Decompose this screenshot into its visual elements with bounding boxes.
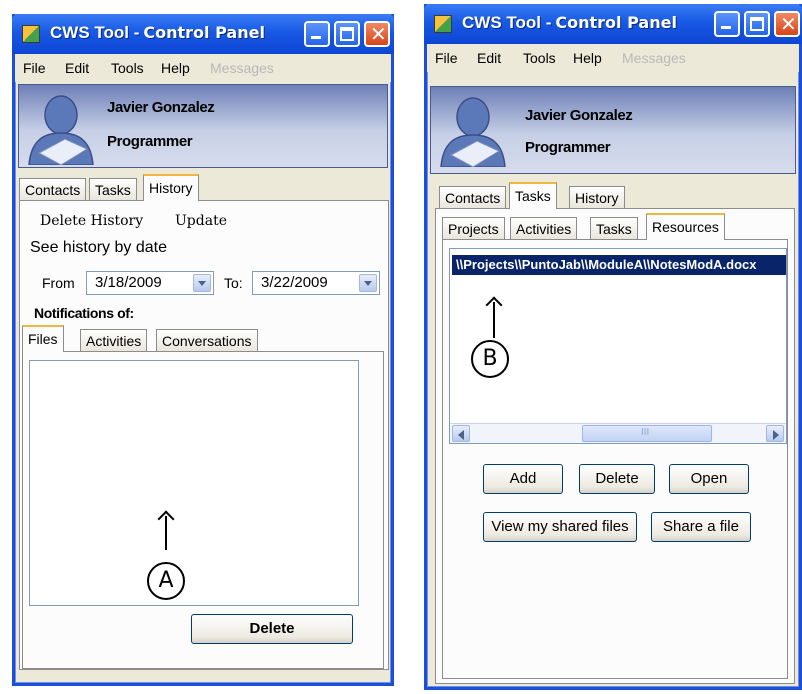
tab-history[interactable]: History	[143, 174, 199, 201]
tab-files[interactable]: Files	[22, 325, 64, 352]
menu-bar: File Edit Tools Help Messages	[15, 54, 391, 82]
window-title: CWS Tool - Control Panel	[462, 13, 677, 32]
minimize-icon	[311, 36, 321, 39]
menu-help[interactable]: Help	[161, 60, 190, 76]
user-role: Programmer	[107, 133, 193, 150]
files-tab-panel: Delete	[22, 351, 384, 669]
list-item-selected[interactable]: \\Projects\\PuntoJab\\ModuleA\\NotesModA…	[452, 255, 786, 275]
menu-edit[interactable]: Edit	[477, 50, 501, 66]
main-tabs: Contacts Tasks History	[19, 174, 389, 201]
user-name: Javier Gonzalez	[525, 107, 633, 124]
to-date-picker[interactable]: 3/22/2009	[252, 271, 380, 295]
chevron-down-icon[interactable]	[359, 274, 377, 292]
annotation-label: A	[147, 562, 185, 600]
avatar	[28, 95, 94, 165]
add-button[interactable]: Add	[483, 464, 563, 494]
files-list[interactable]	[29, 360, 359, 606]
tab-activities[interactable]: Activities	[80, 329, 148, 351]
menu-messages: Messages	[622, 50, 686, 66]
menu-tools[interactable]: Tools	[111, 60, 144, 76]
open-button[interactable]: Open	[669, 464, 749, 494]
menu-messages: Messages	[210, 60, 274, 76]
delete-button[interactable]: Delete	[191, 614, 353, 644]
tab-resources[interactable]: Resources	[646, 213, 725, 240]
maximize-button[interactable]	[744, 11, 770, 37]
user-role: Programmer	[525, 139, 611, 156]
menu-tools[interactable]: Tools	[523, 50, 556, 66]
menu-file[interactable]: File	[435, 50, 458, 66]
window-title: CWS Tool - Control Panel	[50, 23, 265, 42]
from-label: From	[42, 275, 75, 291]
tab-tasks[interactable]: Tasks	[89, 178, 137, 200]
menu-file[interactable]: File	[23, 60, 46, 76]
chevron-down-icon[interactable]	[193, 274, 211, 292]
annotation-arrow	[165, 516, 167, 550]
app-icon	[22, 25, 40, 43]
delete-button[interactable]: Delete	[579, 464, 655, 494]
notifications-label: Notifications of:	[34, 305, 134, 321]
history-heading: See history by date	[30, 239, 167, 256]
title-bar[interactable]: CWS Tool - Control Panel ✕	[424, 4, 802, 44]
scroll-right-button[interactable]	[766, 425, 784, 442]
scroll-grip: III	[641, 427, 650, 438]
avatar	[440, 97, 506, 167]
close-button[interactable]: ✕	[364, 21, 390, 47]
to-label: To:	[224, 275, 243, 291]
scroll-thumb[interactable]: III	[582, 425, 712, 442]
tab-activities[interactable]: Activities	[510, 217, 578, 239]
chevron-left-icon	[458, 430, 464, 440]
from-date-picker[interactable]: 3/18/2009	[86, 271, 214, 295]
control-panel-window-resources: CWS Tool - Control Panel ✕ File Edit Tool…	[424, 4, 802, 690]
horizontal-scrollbar[interactable]: III	[450, 423, 786, 443]
annotation-label: B	[471, 340, 509, 378]
history-panel: Delete History Update See history by dat…	[19, 200, 389, 670]
task-sub-tabs: Projects Activities Tasks Resources	[442, 213, 782, 240]
minimize-button[interactable]	[304, 21, 330, 47]
main-tabs: Contacts Tasks History	[439, 182, 799, 209]
view-shared-files-button[interactable]: View my shared files	[483, 512, 637, 542]
app-icon	[434, 15, 452, 33]
annotation-arrow	[493, 302, 495, 338]
close-button[interactable]: ✕	[774, 11, 800, 37]
notification-tabs: Files Activities Conversations	[22, 325, 382, 352]
tab-contacts[interactable]: Contacts	[439, 186, 507, 208]
tab-history[interactable]: History	[569, 186, 625, 208]
minimize-icon	[721, 26, 731, 29]
tab-contacts[interactable]: Contacts	[19, 178, 87, 200]
from-date-value: 3/18/2009	[95, 274, 162, 291]
chevron-right-icon	[773, 430, 779, 440]
scroll-left-button[interactable]	[452, 425, 470, 442]
to-date-value: 3/22/2009	[261, 274, 328, 291]
user-profile-banner: Javier Gonzalez Programmer	[430, 86, 796, 174]
update-link[interactable]: Update	[175, 213, 227, 229]
menu-help[interactable]: Help	[573, 50, 602, 66]
close-icon: ✕	[780, 12, 797, 36]
tasks-panel: Projects Activities Tasks Resources \\Pr…	[435, 208, 795, 684]
control-panel-window-history: CWS Tool - Control Panel ✕ File Edit Tool…	[12, 14, 394, 686]
close-icon: ✕	[370, 22, 387, 46]
maximize-button[interactable]	[334, 21, 360, 47]
tab-projects[interactable]: Projects	[442, 217, 505, 239]
menu-edit[interactable]: Edit	[65, 60, 89, 76]
tab-conversations[interactable]: Conversations	[156, 329, 258, 351]
maximize-icon	[340, 27, 354, 41]
delete-history-link[interactable]: Delete History	[40, 213, 143, 229]
user-name: Javier Gonzalez	[107, 99, 215, 116]
minimize-button[interactable]	[714, 11, 740, 37]
share-file-button[interactable]: Share a file	[651, 512, 751, 542]
maximize-icon	[750, 17, 764, 31]
menu-bar: File Edit Tools Help Messages	[427, 44, 799, 72]
tab-tasks[interactable]: Tasks	[509, 182, 557, 209]
tab-task-list[interactable]: Tasks	[590, 217, 638, 239]
title-bar[interactable]: CWS Tool - Control Panel ✕	[12, 14, 394, 54]
user-profile-banner: Javier Gonzalez Programmer	[18, 84, 388, 168]
